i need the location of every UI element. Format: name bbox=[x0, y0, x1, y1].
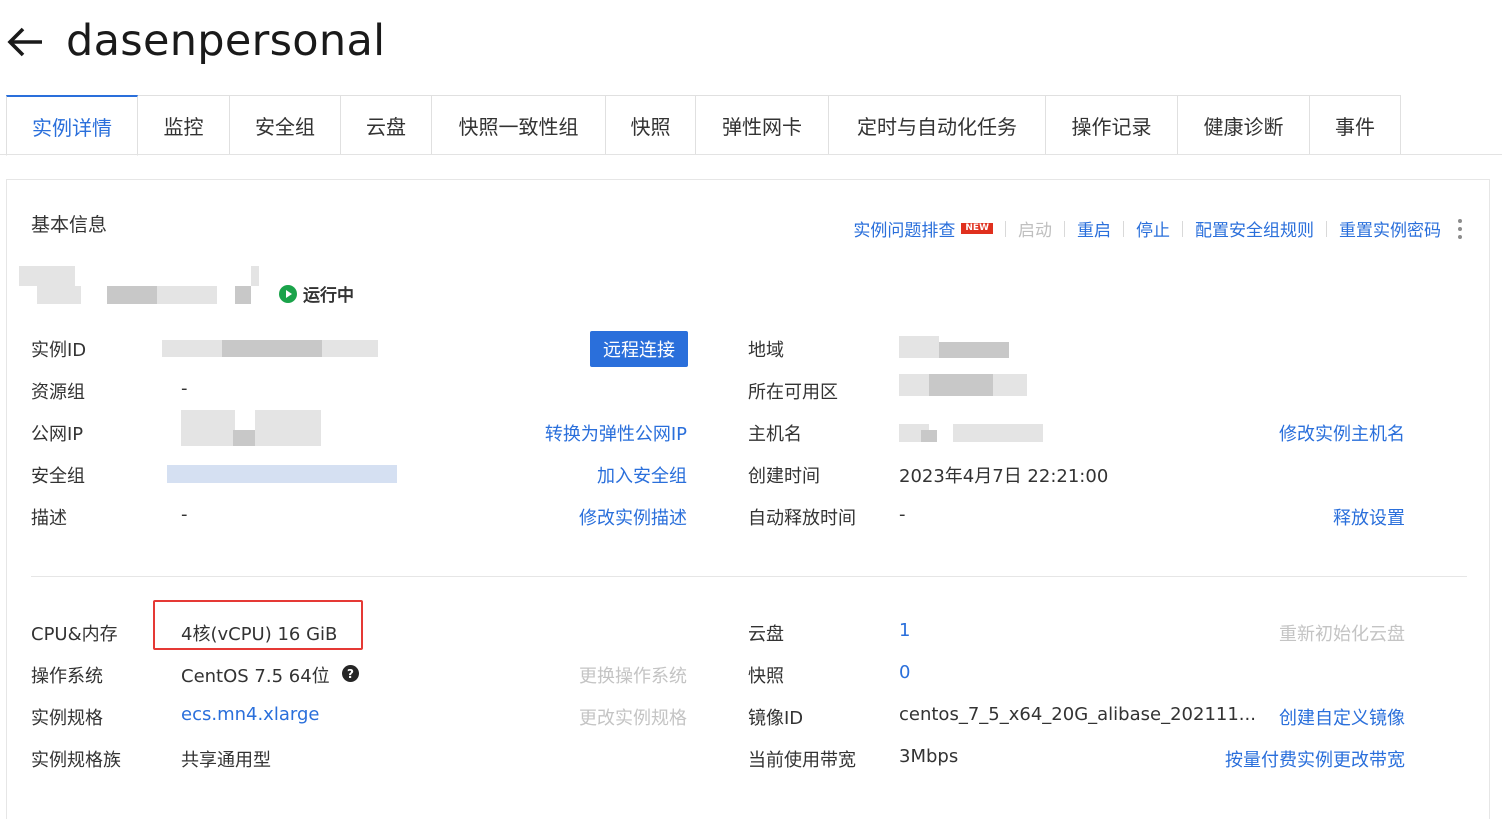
instance-type-label: 实例规格 bbox=[31, 708, 103, 729]
tab-eni[interactable]: 弹性网卡 bbox=[696, 95, 829, 155]
change-os-link[interactable]: 更换操作系统 bbox=[579, 662, 687, 688]
page-title: dasenpersonal bbox=[66, 16, 386, 66]
security-group-label: 安全组 bbox=[31, 466, 85, 487]
instance-type-link[interactable]: ecs.mn4.xlarge bbox=[181, 704, 319, 725]
action-separator bbox=[1005, 220, 1006, 237]
join-security-group-link[interactable]: 加入安全组 bbox=[597, 462, 687, 488]
tab-scheduled-tasks[interactable]: 定时与自动化任务 bbox=[829, 95, 1046, 155]
tab-operation-logs[interactable]: 操作记录 bbox=[1046, 95, 1178, 155]
image-id-value: centos_7_5_x64_20G_alibase_202111... bbox=[899, 704, 1256, 725]
change-instance-type-link[interactable]: 更改实例规格 bbox=[579, 704, 687, 730]
description-label: 描述 bbox=[31, 508, 67, 529]
action-separator bbox=[1182, 220, 1183, 237]
created-time-label: 创建时间 bbox=[748, 466, 820, 487]
snapshot-count-link[interactable]: 0 bbox=[899, 662, 910, 683]
public-ip-label: 公网IP bbox=[31, 424, 84, 445]
resource-group-value: - bbox=[181, 378, 188, 399]
stop-button[interactable]: 停止 bbox=[1136, 216, 1170, 241]
tab-monitoring[interactable]: 监控 bbox=[138, 95, 230, 155]
tab-snapshot-consistency-groups[interactable]: 快照一致性组 bbox=[432, 95, 606, 155]
os-value: CentOS 7.5 64位 bbox=[181, 666, 330, 687]
tab-disks[interactable]: 云盘 bbox=[341, 95, 432, 155]
action-separator bbox=[1326, 220, 1327, 237]
release-settings-link[interactable]: 释放设置 bbox=[1333, 504, 1405, 530]
image-id-label: 镜像ID bbox=[748, 708, 804, 729]
create-custom-image-link[interactable]: 创建自定义镜像 bbox=[1279, 704, 1405, 730]
disk-count-link[interactable]: 1 bbox=[899, 620, 910, 641]
start-button[interactable]: 启动 bbox=[1018, 216, 1052, 241]
tabs-divider bbox=[0, 154, 1502, 155]
instance-family-label: 实例规格族 bbox=[31, 750, 121, 771]
new-badge: NEW bbox=[961, 223, 993, 234]
tab-bar: 实例详情 监控 安全组 云盘 快照一致性组 快照 弹性网卡 定时与自动化任务 操… bbox=[6, 95, 1401, 156]
troubleshoot-link[interactable]: 实例问题排查 bbox=[853, 216, 955, 241]
status-badge: 运行中 bbox=[279, 281, 354, 306]
reset-password-button[interactable]: 重置实例密码 bbox=[1339, 216, 1441, 241]
tab-health-diagnosis[interactable]: 健康诊断 bbox=[1178, 95, 1310, 155]
instance-id-label: 实例ID bbox=[31, 340, 87, 361]
description-value: - bbox=[181, 504, 188, 525]
instance-detail-card: 基本信息 实例问题排查 NEW 启动 重启 停止 配置安全组规则 重置实例密码 … bbox=[6, 179, 1490, 819]
arrow-left-icon[interactable] bbox=[6, 22, 46, 62]
zone-label: 所在可用区 bbox=[748, 382, 838, 403]
resource-group-label: 资源组 bbox=[31, 382, 85, 403]
running-icon bbox=[279, 284, 297, 303]
bandwidth-value: 3Mbps bbox=[899, 746, 959, 767]
status-text: 运行中 bbox=[303, 286, 354, 306]
os-label: 操作系统 bbox=[31, 666, 103, 687]
remote-connect-button[interactable]: 远程连接 bbox=[590, 331, 688, 367]
cpu-memory-label: CPU&内存 bbox=[31, 624, 118, 645]
edit-hostname-link[interactable]: 修改实例主机名 bbox=[1279, 420, 1405, 446]
page-header: dasenpersonal bbox=[0, 0, 1502, 90]
cpu-memory-value: 4核(vCPU) 16 GiB bbox=[181, 624, 338, 645]
reinit-disk-link[interactable]: 重新初始化云盘 bbox=[1279, 620, 1405, 646]
auto-release-label: 自动释放时间 bbox=[748, 508, 856, 529]
section-title: 基本信息 bbox=[31, 214, 108, 236]
tab-events[interactable]: 事件 bbox=[1310, 95, 1401, 155]
action-bar: 实例问题排查 NEW 启动 重启 停止 配置安全组规则 重置实例密码 bbox=[853, 216, 1463, 241]
region-label: 地域 bbox=[748, 340, 784, 361]
instance-family-value: 共享通用型 bbox=[181, 750, 271, 771]
auto-release-value: - bbox=[899, 504, 906, 525]
tab-security-groups[interactable]: 安全组 bbox=[230, 95, 341, 155]
tab-instance-details[interactable]: 实例详情 bbox=[6, 95, 138, 156]
created-time-value: 2023年4月7日 22:21:00 bbox=[899, 466, 1109, 487]
snapshot-label: 快照 bbox=[748, 666, 784, 687]
more-vertical-icon[interactable] bbox=[1457, 218, 1463, 239]
edit-description-link[interactable]: 修改实例描述 bbox=[579, 504, 687, 530]
action-separator bbox=[1064, 220, 1065, 237]
bandwidth-label: 当前使用带宽 bbox=[748, 750, 856, 771]
config-security-group-rules-button[interactable]: 配置安全组规则 bbox=[1195, 216, 1314, 241]
convert-to-eip-link[interactable]: 转换为弹性公网IP bbox=[545, 420, 687, 446]
disk-label: 云盘 bbox=[748, 624, 784, 645]
restart-button[interactable]: 重启 bbox=[1077, 216, 1111, 241]
hostname-label: 主机名 bbox=[748, 424, 802, 445]
action-separator bbox=[1123, 220, 1124, 237]
tab-snapshots[interactable]: 快照 bbox=[606, 95, 696, 155]
change-bandwidth-link[interactable]: 按量付费实例更改带宽 bbox=[1225, 746, 1405, 772]
help-icon[interactable]: ? bbox=[342, 665, 359, 682]
section-divider bbox=[31, 576, 1467, 577]
